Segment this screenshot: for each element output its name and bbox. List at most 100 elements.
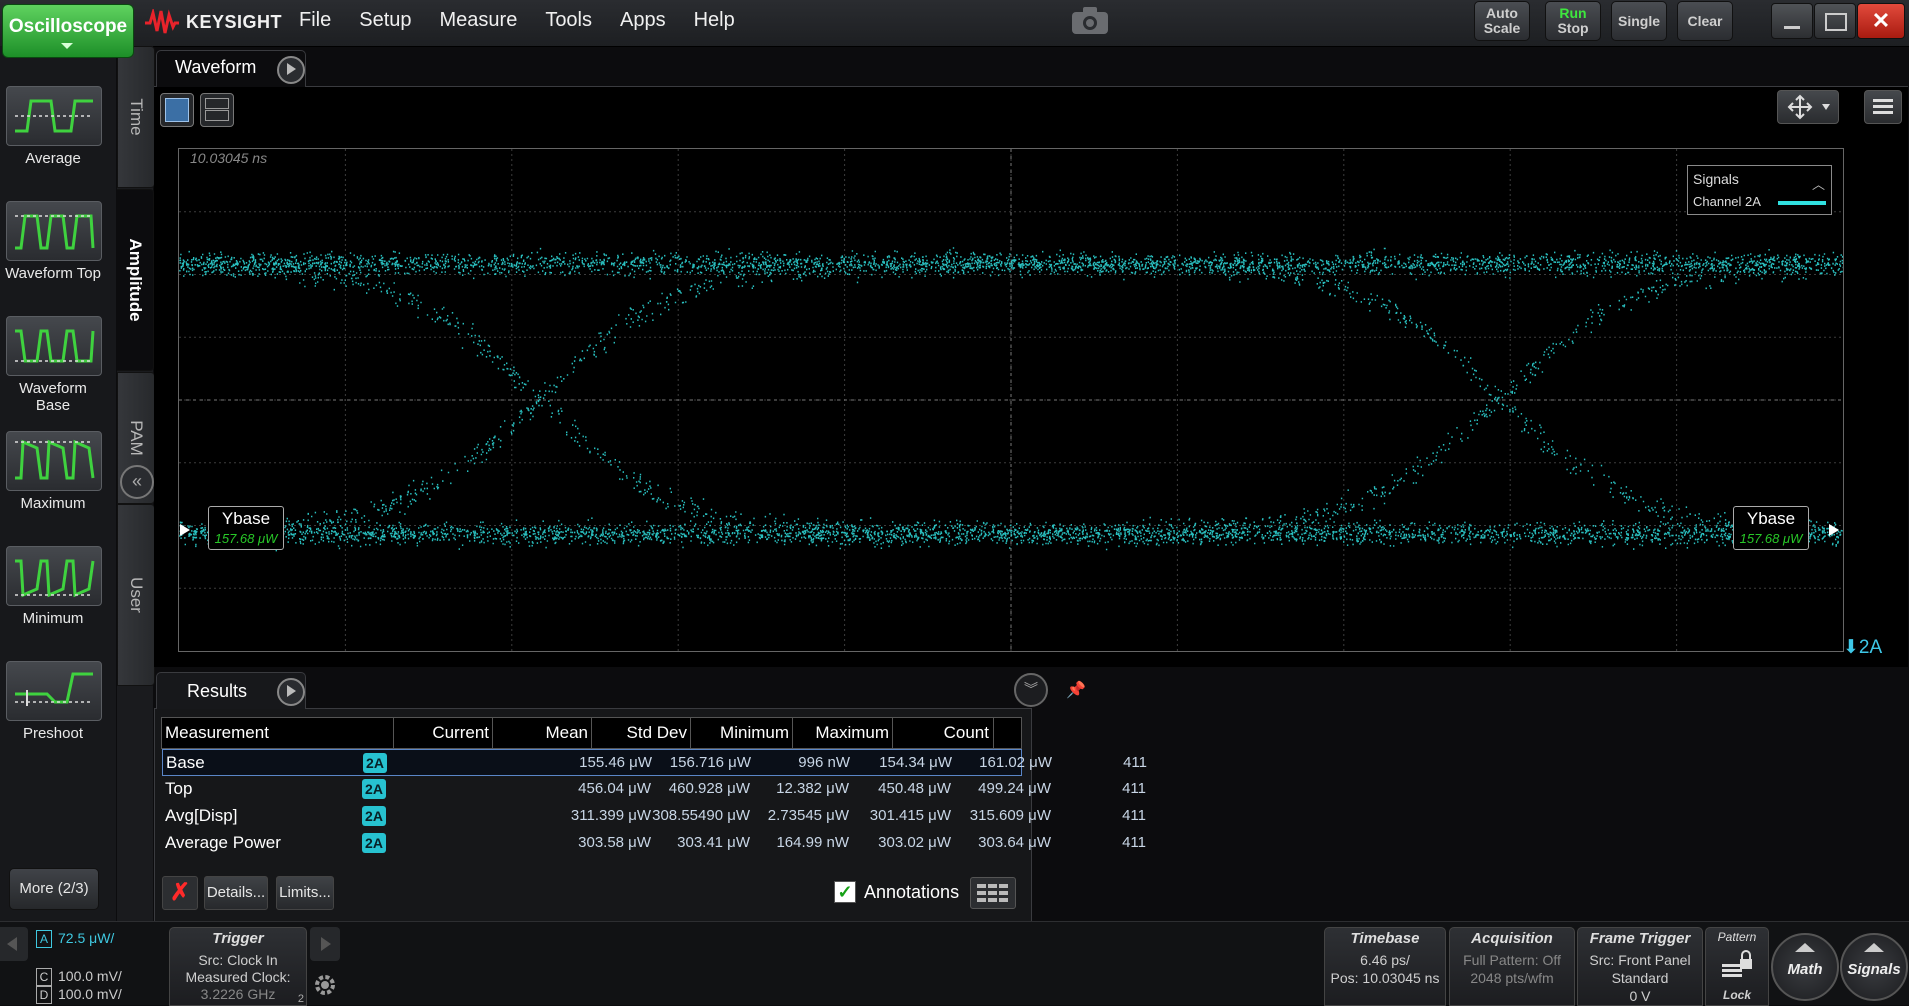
frame-trigger-panel[interactable]: Frame Trigger Src: Front Panel Standard … [1577, 927, 1703, 1006]
camera-icon[interactable] [1070, 4, 1110, 36]
gear-icon[interactable] [310, 970, 340, 1000]
auto-scale-label-1: Auto [1486, 5, 1518, 21]
source-badge: 2A [362, 779, 386, 799]
tab-user[interactable]: User [117, 504, 155, 686]
details-button[interactable]: Details... [204, 876, 268, 910]
play-icon[interactable] [277, 56, 305, 84]
math-button[interactable]: Math [1771, 933, 1839, 1001]
ybase-marker-left[interactable]: Ybase 157.68 μW [208, 506, 284, 550]
frame-trigger-mode: Standard [1611, 970, 1669, 986]
tab-time[interactable]: Time [117, 46, 155, 188]
measure-waveform-top-item[interactable]: Waveform Top [0, 201, 106, 316]
pin-icon[interactable]: 📌 [1066, 680, 1086, 700]
oscilloscope-mode-label: Oscilloscope [8, 16, 128, 37]
col-measurement-label: Measurement [165, 723, 269, 742]
single-button[interactable]: Single [1611, 1, 1667, 41]
measure-preshoot-label: Preshoot [22, 725, 84, 742]
oscilloscope-mode-button[interactable]: Oscilloscope [2, 4, 134, 58]
measure-average-item[interactable]: Average [0, 86, 106, 201]
channel-d-scale: 100.0 mV/ [58, 986, 122, 1002]
table-row[interactable]: Average Power 2A 303.58 μW 303.41 μW 164… [162, 830, 1146, 855]
tab-time-label: Time [127, 98, 146, 136]
menu-tools[interactable]: Tools [531, 7, 606, 33]
close-window-button[interactable]: ✕ [1857, 3, 1905, 39]
play-icon[interactable] [277, 678, 305, 706]
results-tab[interactable]: Results [156, 672, 306, 709]
keysight-wave-icon [145, 9, 179, 34]
table-row[interactable]: Base 2A 155.46 μW 156.716 μW 996 nW 154.… [162, 749, 1147, 776]
col-measurement[interactable]: Measurement [161, 717, 394, 749]
tab-pam-label: PAM [127, 420, 146, 456]
maximum-icon [6, 431, 102, 491]
source-badge: 2A [363, 753, 387, 773]
pan-zoom-button[interactable] [1777, 90, 1839, 124]
measure-waveform-top-label: Waveform Top [5, 265, 101, 282]
delete-measurement-button[interactable]: ✗ [162, 876, 198, 910]
trigger-source: Src: Clock In [198, 952, 278, 968]
col-mean[interactable]: Mean [492, 717, 592, 749]
col-minimum[interactable]: Minimum [690, 717, 793, 749]
menu-setup[interactable]: Setup [345, 7, 425, 33]
run-stop-button[interactable]: Run Stop [1545, 1, 1601, 41]
col-maximum[interactable]: Maximum [792, 717, 893, 749]
pattern-title: Pattern [1717, 930, 1757, 944]
collapse-up-icon[interactable]: ︿ [1812, 174, 1825, 193]
col-mean-label: Mean [545, 723, 588, 742]
menu-file[interactable]: File [285, 7, 345, 33]
annotations-label: Annotations [864, 882, 960, 902]
annotations-checkbox[interactable]: ✓ [834, 881, 856, 903]
auto-scale-button[interactable]: Auto Scale [1474, 1, 1530, 41]
acquisition-panel[interactable]: Acquisition Full Pattern: Off 2048 pts/w… [1449, 927, 1575, 1006]
col-std-dev[interactable]: Std Dev [591, 717, 691, 749]
source-badge: 2A [362, 833, 386, 853]
waveform-menu-button[interactable] [1864, 90, 1902, 124]
row-name: Avg[Disp] [165, 806, 238, 825]
limits-button[interactable]: Limits... [276, 876, 334, 910]
trigger-panel[interactable]: Trigger Src: Clock In Measured Clock: 3.… [169, 927, 307, 1006]
table-view-button[interactable] [970, 877, 1016, 909]
col-maximum-label: Maximum [815, 723, 889, 742]
channel-a-scale: 72.5 μW/ [58, 930, 115, 946]
scroll-left-button[interactable] [0, 927, 28, 961]
timebase-panel[interactable]: Timebase 6.46 ps/ Pos: 10.03045 ns [1324, 927, 1446, 1006]
measure-maximum-item[interactable]: Maximum [0, 431, 106, 546]
minimize-window-button[interactable] [1771, 3, 1813, 39]
chevron-down-icon[interactable]: ︾ [1014, 673, 1048, 707]
ybase-marker-right[interactable]: Ybase 157.68 μW [1733, 506, 1809, 550]
single-grid-icon [165, 98, 189, 122]
channel-ground-marker[interactable]: ⬇2A [1843, 636, 1882, 659]
restore-window-button[interactable] [1814, 3, 1856, 39]
row-count: 411 [1122, 780, 1146, 797]
measure-average-label: Average [25, 150, 81, 167]
channel-scales[interactable]: A 72.5 μW/ C 100.0 mV/ D 100.0 mV/ [34, 928, 164, 1004]
trigger-clock-value: 3.2226 GHz [200, 986, 276, 1002]
menu-help[interactable]: Help [680, 7, 749, 33]
ybase-name: Ybase [221, 509, 271, 528]
pattern-lock-label: Lock [1722, 988, 1751, 1002]
menu-measure[interactable]: Measure [426, 7, 532, 33]
measure-minimum-item[interactable]: Minimum [0, 546, 106, 661]
left-arrow-icon [7, 937, 17, 951]
measure-waveform-base-item[interactable]: Waveform Base [0, 316, 106, 431]
signals-legend-channel: Channel 2A [1693, 194, 1761, 209]
collapse-palette-button[interactable]: « [120, 465, 154, 499]
menu-apps[interactable]: Apps [606, 7, 680, 33]
clear-button[interactable]: Clear [1677, 1, 1733, 41]
tab-amplitude[interactable]: Amplitude [117, 189, 154, 371]
col-current[interactable]: Current [393, 717, 493, 749]
measure-preshoot-item[interactable]: Preshoot [0, 661, 106, 776]
table-row[interactable]: Top 2A 456.04 μW 460.928 μW 12.382 μW 45… [162, 776, 1146, 801]
ybase-value: 157.68 μW [214, 531, 278, 546]
pattern-lock-panel[interactable]: Pattern Lock [1705, 927, 1769, 1006]
more-measurements-button[interactable]: More (2/3) [9, 868, 99, 910]
col-count[interactable]: Count [892, 717, 994, 749]
eye-diagram-plot[interactable] [178, 148, 1844, 652]
waveform-tab[interactable]: Waveform [156, 50, 306, 87]
tab-amplitude-label: Amplitude [126, 238, 145, 322]
scroll-right-button[interactable] [310, 927, 340, 961]
signals-button[interactable]: Signals [1840, 933, 1908, 1001]
table-row[interactable]: Avg[Disp] 2A 311.399 μW 308.55490 μW 2.7… [162, 803, 1146, 828]
split-grid-layout-button[interactable] [200, 93, 234, 127]
single-grid-layout-button[interactable] [160, 93, 194, 127]
ybase-name: Ybase [1746, 509, 1796, 528]
